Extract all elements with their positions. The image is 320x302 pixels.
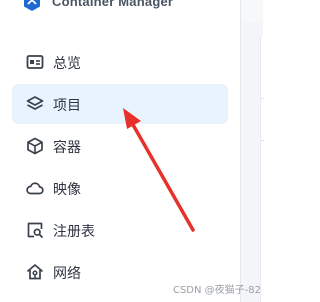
sidebar-item-label: 项目 [53,98,81,114]
csdn-watermark: CSDN @夜猫子-82 [172,285,261,296]
sidebar-item-overview[interactable]: 总览 [12,42,228,82]
sidebar: 总览 项目 容器 映像 注册表 网络 [0,16,240,302]
sidebar-item-registry[interactable]: 注册表 [12,210,228,250]
sidebar-item-label: 映像 [53,182,81,198]
sidebar-item-label: 容器 [53,140,81,156]
container-manager-logo-icon [22,0,42,12]
sidebar-item-project[interactable]: 项目 [12,84,228,124]
sidebar-item-container[interactable]: 容器 [12,126,228,166]
panel-row-divider [261,140,264,141]
image-cloud-icon [25,178,45,198]
container-cube-icon [25,136,45,156]
overview-icon [25,52,45,72]
sidebar-item-image[interactable]: 映像 [12,168,228,208]
project-layers-icon [25,94,45,114]
registry-search-icon [25,220,45,240]
title-bar: Container Manager [0,0,240,16]
sidebar-item-label: 总览 [53,56,81,72]
main-panel [260,36,264,302]
panel-row-divider [261,98,264,99]
sidebar-item-label: 网络 [53,266,81,282]
network-house-icon [25,262,45,282]
app-title: Container Manager [52,0,174,9]
sidebar-item-label: 注册表 [53,224,95,240]
container-manager-window: Container Manager 总览 项目 容器 映像 注册表 网络 CSD… [0,0,264,302]
main-toolbar [241,0,263,22]
main-content-area [241,0,264,302]
